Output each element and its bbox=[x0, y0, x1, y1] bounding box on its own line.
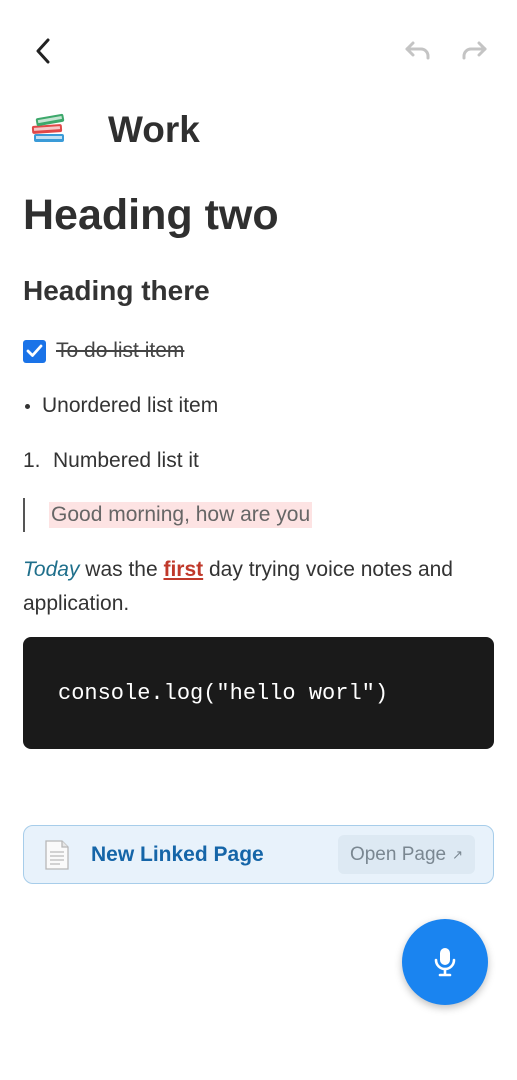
numbered-item-text[interactable]: Numbered list it bbox=[53, 449, 199, 473]
back-button[interactable] bbox=[28, 34, 58, 68]
todo-label[interactable]: To do list item bbox=[56, 339, 184, 363]
top-toolbar bbox=[0, 0, 517, 100]
code-text: console.log("hello worl") bbox=[58, 680, 389, 706]
paragraph-text-1: was the bbox=[79, 558, 164, 581]
bullet-item-text[interactable]: Unordered list item bbox=[42, 394, 218, 418]
document-icon bbox=[43, 839, 71, 871]
quote-block: Good morning, how are you bbox=[23, 498, 313, 532]
back-icon bbox=[36, 38, 50, 64]
todo-checkbox[interactable] bbox=[23, 339, 46, 363]
quote-text[interactable]: Good morning, how are you bbox=[49, 502, 313, 528]
bullet-list-item: Unordered list item bbox=[23, 391, 218, 421]
redo-button[interactable] bbox=[458, 36, 492, 66]
linked-page-card[interactable]: New Linked Page Open Page ↗ bbox=[23, 825, 494, 884]
heading-three[interactable]: Heading there bbox=[23, 272, 210, 310]
books-icon-graphic bbox=[31, 113, 65, 142]
page-title[interactable]: Work bbox=[108, 109, 200, 151]
number-marker: 1. bbox=[23, 449, 41, 472]
external-arrow-icon: ↗ bbox=[452, 846, 463, 862]
redo-icon bbox=[462, 41, 487, 60]
rich-text-paragraph[interactable]: Today was the first day trying voice not… bbox=[23, 553, 495, 621]
bullet-marker bbox=[25, 403, 30, 409]
italic-text: Today bbox=[23, 558, 80, 581]
undo-icon bbox=[405, 41, 430, 60]
quote-bar bbox=[23, 498, 25, 532]
linked-page-title[interactable]: New Linked Page bbox=[91, 843, 264, 867]
undo-button[interactable] bbox=[400, 36, 434, 66]
open-page-button[interactable]: Open Page ↗ bbox=[337, 835, 475, 874]
open-page-label: Open Page bbox=[349, 843, 447, 865]
page-header: Work bbox=[28, 104, 200, 156]
numbered-list-item: 1. Numbered list it bbox=[23, 446, 199, 476]
check-icon bbox=[26, 344, 43, 357]
todo-item: To do list item bbox=[23, 336, 184, 366]
books-icon[interactable] bbox=[28, 107, 74, 153]
heading-two[interactable]: Heading two bbox=[23, 188, 279, 242]
code-block[interactable]: console.log("hello worl") bbox=[23, 637, 494, 749]
voice-note-button[interactable] bbox=[402, 919, 488, 1005]
microphone-icon bbox=[434, 948, 456, 977]
bold-underline-text: first bbox=[163, 558, 204, 581]
